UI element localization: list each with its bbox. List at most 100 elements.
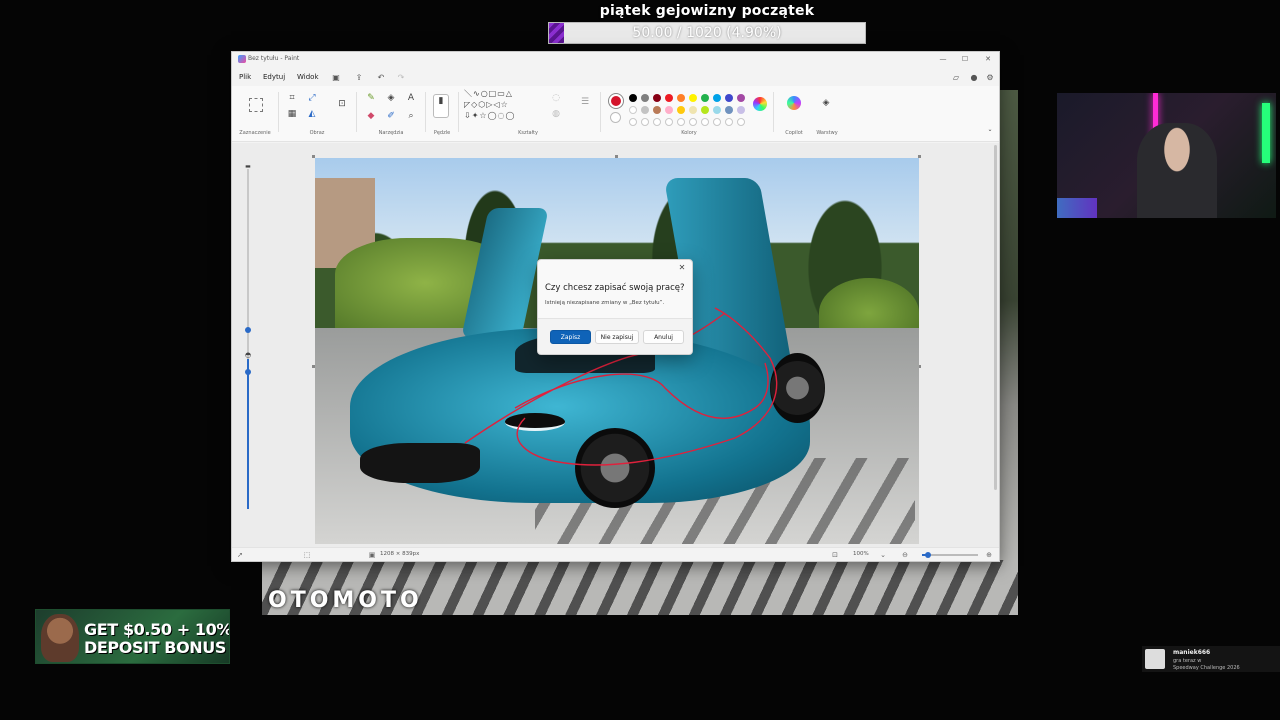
color-swatch[interactable] xyxy=(677,106,685,114)
brush-size-knob[interactable] xyxy=(245,327,251,333)
brush-icon[interactable]: ▮ xyxy=(433,94,449,118)
zoom-slider[interactable] xyxy=(922,552,978,558)
chat-line-1: gra teraz w xyxy=(1173,658,1202,664)
image-rotate-icon[interactable]: ⊡ xyxy=(336,98,348,110)
primary-color-swatch[interactable] xyxy=(609,94,623,108)
brush-size-slider[interactable] xyxy=(245,169,251,509)
dont-save-button[interactable]: Nie zapisuj xyxy=(595,330,639,344)
edit-colors-icon[interactable] xyxy=(753,97,767,111)
color-swatch[interactable] xyxy=(701,106,709,114)
stream-goal-bar: 50.00 / 1020 (4.90%) xyxy=(548,22,866,44)
flip-icon[interactable]: ◭ xyxy=(306,108,318,120)
cancel-button[interactable]: Anuluj xyxy=(643,330,684,344)
casino-ad-banner[interactable]: GET $0.50 + 10% DEPOSIT BONUS xyxy=(35,609,230,664)
group-shapes-label: Kształty xyxy=(518,130,538,136)
color-swatch[interactable] xyxy=(665,94,673,102)
zoom-slider-knob[interactable] xyxy=(925,552,931,558)
color-picker-icon[interactable]: ✐ xyxy=(385,110,397,122)
color-swatch[interactable] xyxy=(629,106,637,114)
vertical-scrollbar[interactable] xyxy=(994,145,997,490)
close-window-button[interactable]: ✕ xyxy=(977,54,999,64)
fill-icon[interactable]: ◈ xyxy=(385,92,397,104)
undo-icon[interactable]: ↶ xyxy=(376,73,386,83)
shape-fill-icon[interactable]: ◍ xyxy=(550,108,562,120)
resize-icon[interactable]: ⤢ xyxy=(306,92,318,104)
ribbon-separator xyxy=(773,92,774,132)
color-swatch[interactable] xyxy=(653,106,661,114)
color-swatch[interactable] xyxy=(665,106,673,114)
menu-file[interactable]: Plik xyxy=(239,73,251,81)
custom-color-slot[interactable] xyxy=(677,118,685,126)
color-swatch[interactable] xyxy=(737,106,745,114)
color-swatch[interactable] xyxy=(713,94,721,102)
menu-view[interactable]: Widok xyxy=(297,73,319,81)
zoom-out-icon[interactable]: ⊖ xyxy=(900,550,910,560)
status-bar: ➚ ⬚ ▣ 1208 × 839px ⊡ 100% ⌄ ⊖ ⊕ xyxy=(232,547,999,561)
custom-color-slot[interactable] xyxy=(689,118,697,126)
crop-icon[interactable]: ⌗ xyxy=(286,92,298,104)
color-swatch[interactable] xyxy=(725,94,733,102)
magnifier-icon[interactable]: ⌕ xyxy=(405,110,417,122)
color-swatch[interactable] xyxy=(653,94,661,102)
layers-icon[interactable]: ◈ xyxy=(820,97,832,109)
color-swatch[interactable] xyxy=(689,94,697,102)
secondary-color-swatch[interactable] xyxy=(610,112,621,123)
text-icon[interactable]: A xyxy=(405,92,417,104)
keyboard-rgb xyxy=(1057,198,1097,218)
selection-tool-icon[interactable] xyxy=(249,98,263,112)
save-button[interactable]: Zapisz xyxy=(550,330,591,344)
custom-color-slot[interactable] xyxy=(641,118,649,126)
account-icon[interactable]: ● xyxy=(969,73,979,83)
menu-edit[interactable]: Edytuj xyxy=(263,73,285,81)
shapes-gallery-icon[interactable]: ＼∿○□▭△ ◸◇⬡▷◁☆ ⇩✦☆◯◌◯ xyxy=(464,88,544,124)
group-layers-label: Warstwy xyxy=(816,130,838,136)
background-remove-icon[interactable]: ▦ xyxy=(286,108,298,120)
brush-size-slider-fill xyxy=(247,359,249,509)
cursor-position-icon: ➚ xyxy=(237,551,243,559)
eraser-icon[interactable]: ◆ xyxy=(365,110,377,122)
color-swatch[interactable] xyxy=(737,94,745,102)
stroke-size-icon[interactable]: ☰ xyxy=(579,96,591,108)
color-swatch[interactable] xyxy=(641,106,649,114)
custom-color-slot[interactable] xyxy=(665,118,673,126)
zoom-dropdown-chevron-icon[interactable]: ⌄ xyxy=(878,550,888,560)
custom-color-slot[interactable] xyxy=(713,118,721,126)
custom-color-slot[interactable] xyxy=(737,118,745,126)
paint-window: Bez tytułu - Paint — ☐ ✕ Plik Edytuj Wid… xyxy=(231,51,1000,562)
ribbon-separator xyxy=(600,92,601,132)
ribbon-collapse-icon[interactable]: ⌄ xyxy=(984,124,996,136)
minimize-button[interactable]: — xyxy=(932,54,954,64)
zoom-level[interactable]: 100% xyxy=(853,551,869,557)
fit-to-window-icon[interactable]: ⊡ xyxy=(830,550,840,560)
color-swatch[interactable] xyxy=(689,106,697,114)
color-swatch[interactable] xyxy=(629,94,637,102)
title-bar: Bez tytułu - Paint — ☐ ✕ xyxy=(232,52,999,66)
color-swatch[interactable] xyxy=(701,94,709,102)
save-icon[interactable]: ▣ xyxy=(331,73,341,83)
notifications-icon[interactable]: ▱ xyxy=(951,73,961,83)
copilot-icon[interactable] xyxy=(787,96,801,110)
opacity-knob[interactable] xyxy=(245,369,251,375)
ribbon-separator xyxy=(425,92,426,132)
color-swatch[interactable] xyxy=(713,106,721,114)
color-swatch[interactable] xyxy=(677,94,685,102)
share-icon[interactable]: ⇪ xyxy=(354,73,364,83)
maximize-button[interactable]: ☐ xyxy=(954,54,976,64)
dialog-footer: Zapisz Nie zapisuj Anuluj xyxy=(538,318,692,354)
custom-color-slot[interactable] xyxy=(725,118,733,126)
custom-color-slot[interactable] xyxy=(629,118,637,126)
custom-color-slot[interactable] xyxy=(701,118,709,126)
group-brushes-label: Pędzle xyxy=(433,130,451,136)
color-swatch[interactable] xyxy=(725,106,733,114)
group-tools-label: Narzędzia xyxy=(378,130,404,136)
color-swatch[interactable] xyxy=(641,94,649,102)
outline-icon[interactable]: ◌ xyxy=(550,92,562,104)
zoom-in-icon[interactable]: ⊕ xyxy=(984,550,994,560)
dialog-close-icon[interactable]: ✕ xyxy=(677,263,687,273)
ribbon-separator xyxy=(278,92,279,132)
redo-icon[interactable]: ↷ xyxy=(396,73,406,83)
custom-color-slot[interactable] xyxy=(653,118,661,126)
settings-icon[interactable]: ⚙ xyxy=(985,73,995,83)
ad-line-1: GET $0.50 + 10% xyxy=(84,620,230,639)
pencil-icon[interactable]: ✎ xyxy=(365,92,377,104)
